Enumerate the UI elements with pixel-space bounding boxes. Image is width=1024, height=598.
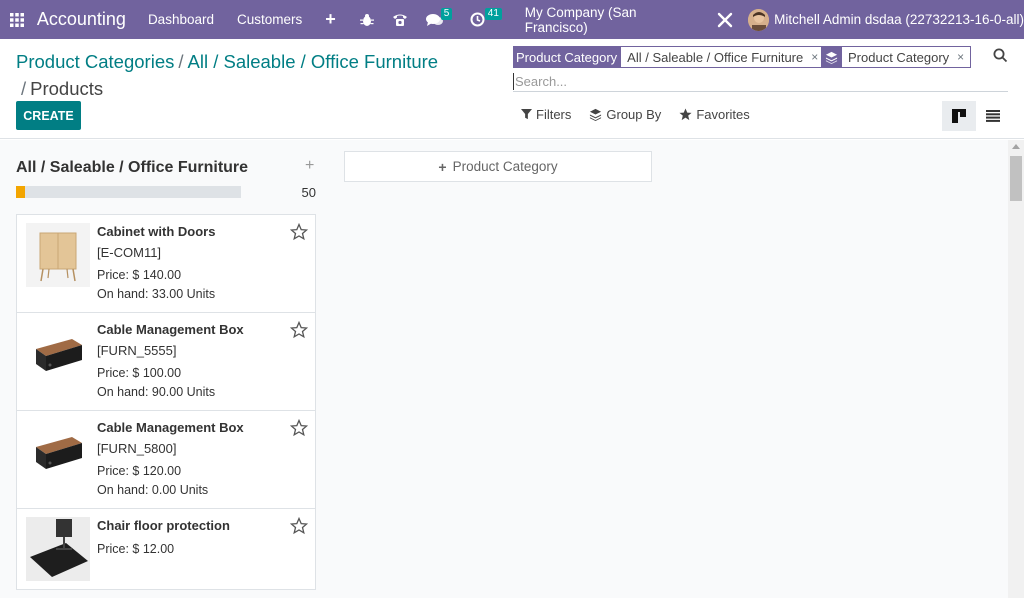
scroll-up-arrow-icon[interactable] <box>1012 144 1020 149</box>
apps-menu-icon[interactable] <box>0 0 35 39</box>
list-view-button[interactable] <box>976 101 1010 131</box>
breadcrumb-separator: / <box>21 78 27 99</box>
add-column-button[interactable]: + Product Category <box>344 151 652 182</box>
group-by-dropdown[interactable]: Group By <box>589 107 661 122</box>
create-button[interactable]: CREATE <box>16 101 81 130</box>
facet-group-by: Product Category × <box>821 46 972 68</box>
search-icon[interactable] <box>993 48 1009 64</box>
favorite-star-icon[interactable] <box>290 517 308 535</box>
favorite-star-icon[interactable] <box>290 419 308 437</box>
breadcrumb-separator: / <box>178 51 184 72</box>
product-on-hand: On hand: 90.00 Units <box>97 385 216 399</box>
product-reference: [E-COM11] <box>97 245 162 260</box>
product-price: Price: $ 140.00 <box>97 268 182 282</box>
filters-label: Filters <box>536 107 572 122</box>
column-count: 50 <box>301 185 316 200</box>
kanban-view-button[interactable] <box>942 101 976 131</box>
view-switcher <box>942 101 1010 131</box>
column-quick-create-plus[interactable]: + <box>305 157 314 175</box>
progress-fill <box>16 186 25 198</box>
chat-badge: 5 <box>440 8 453 20</box>
product-on-hand: On hand: 0.00 Units <box>97 483 209 497</box>
top-navbar: Accounting Dashboard Customers + 5 41 My… <box>0 0 1024 39</box>
search-options: Filters Group By Favorites <box>521 107 768 122</box>
facet-values: Product Category × <box>841 46 972 68</box>
list-icon <box>986 110 1000 122</box>
favorite-star-icon[interactable] <box>290 321 308 339</box>
column-title[interactable]: All / Saleable / Office Furniture <box>16 159 248 177</box>
vertical-scrollbar[interactable] <box>1008 140 1024 598</box>
control-panel: Product Categories / All / Saleable / Offi… <box>0 39 1024 139</box>
product-reference: [FURN_5800] <box>97 441 177 456</box>
filters-dropdown[interactable]: Filters <box>521 107 571 122</box>
group-by-label: Group By <box>606 107 662 122</box>
search-bar: Product Category All / Saleable / Office… <box>513 46 1008 92</box>
facet-label: Product Category <box>513 46 621 68</box>
breadcrumb: Product Categories / All / Saleable / Offi… <box>16 48 496 102</box>
favorites-label: Favorites <box>696 107 750 122</box>
kanban-card[interactable]: Cabinet with Doors [E-COM11] Price: $ 14… <box>16 214 316 312</box>
kanban-card[interactable]: Chair floor protection Price: $ 12.00 <box>16 508 316 590</box>
kanban-icon <box>952 109 966 123</box>
activity-clock-icon[interactable]: 41 <box>470 0 502 39</box>
facet-values: All / Saleable / Office Furniture × <box>620 46 826 68</box>
facet-value: Product Category <box>848 49 950 65</box>
kanban-column: All / Saleable / Office Furniture + 50 C… <box>16 140 316 598</box>
chat-icon[interactable]: 5 <box>425 0 453 39</box>
breadcrumb-current: Products <box>30 78 104 99</box>
favorites-dropdown[interactable]: Favorites <box>679 107 750 122</box>
activity-badge: 41 <box>484 8 502 20</box>
product-name: Cable Management Box <box>97 420 244 435</box>
plus-icon: + <box>438 158 447 175</box>
breadcrumb-category[interactable]: All / Saleable / Office Furniture <box>188 51 439 72</box>
facet-remove-icon[interactable]: × <box>811 50 818 64</box>
product-name: Cable Management Box <box>97 322 244 337</box>
product-price: Price: $ 12.00 <box>97 542 175 556</box>
product-image-box <box>26 419 90 483</box>
menu-dashboard[interactable]: Dashboard <box>148 12 214 27</box>
column-progress-bar[interactable] <box>16 186 241 198</box>
layers-icon <box>590 108 602 121</box>
facet-value: All / Saleable / Office Furniture <box>627 49 804 65</box>
filter-icon <box>521 109 532 120</box>
product-reference: [FURN_5555] <box>97 343 177 358</box>
product-image-mat <box>26 517 90 581</box>
product-name: Cabinet with Doors <box>97 224 216 239</box>
user-menu[interactable]: Mitchell Admin dsdaa (22732213-16-0-all) <box>774 12 1024 27</box>
tools-icon[interactable] <box>716 0 734 39</box>
product-image-cabinet <box>26 223 90 287</box>
layers-icon <box>821 46 841 68</box>
star-icon <box>679 108 692 121</box>
product-price: Price: $ 120.00 <box>97 464 182 478</box>
kanban-card[interactable]: Cable Management Box [FURN_5555] Price: … <box>16 312 316 410</box>
menu-more-plus[interactable]: + <box>325 9 336 30</box>
kanban-area: All / Saleable / Office Furniture + 50 C… <box>0 140 1008 598</box>
facet-remove-icon[interactable]: × <box>957 50 964 64</box>
app-name[interactable]: Accounting <box>37 9 126 30</box>
bug-icon[interactable] <box>359 0 374 39</box>
company-switcher[interactable]: My Company (San Francisco) <box>525 5 698 35</box>
facet-product-category: Product Category All / Saleable / Office… <box>513 46 826 68</box>
add-column-label: Product Category <box>452 159 558 174</box>
avatar[interactable] <box>747 8 770 31</box>
product-on-hand: On hand: 33.00 Units <box>97 287 216 301</box>
breadcrumb-product-categories[interactable]: Product Categories <box>16 51 174 72</box>
product-price: Price: $ 100.00 <box>97 366 182 380</box>
scrollbar-thumb[interactable] <box>1010 156 1022 201</box>
menu-customers[interactable]: Customers <box>237 12 302 27</box>
product-name: Chair floor protection <box>97 518 230 533</box>
search-input[interactable] <box>513 73 983 90</box>
kanban-card[interactable]: Cable Management Box [FURN_5800] Price: … <box>16 410 316 508</box>
favorite-star-icon[interactable] <box>290 223 308 241</box>
phone-icon[interactable] <box>392 0 408 39</box>
product-image-box <box>26 321 90 385</box>
